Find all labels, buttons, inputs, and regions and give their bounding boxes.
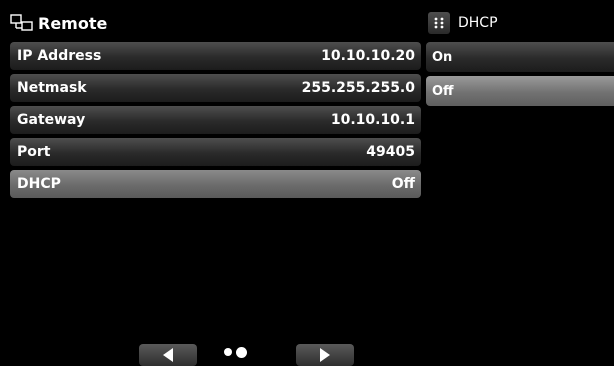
- setting-row-port[interactable]: Port 49405: [10, 138, 421, 166]
- page-title: Remote: [38, 13, 108, 33]
- setting-row-gateway[interactable]: Gateway 10.10.10.1: [10, 106, 421, 134]
- dhcp-panel-header: DHCP: [426, 8, 614, 38]
- right-arrow-icon: [320, 348, 330, 362]
- setting-label: Netmask: [17, 80, 87, 96]
- page-navigation: [0, 340, 614, 366]
- setting-row-netmask[interactable]: Netmask 255.255.255.0: [10, 74, 421, 102]
- dhcp-panel-title: DHCP: [458, 15, 498, 31]
- setting-value: 10.10.10.20: [321, 48, 415, 64]
- setting-label: Port: [17, 144, 51, 160]
- next-page-button[interactable]: [296, 344, 354, 366]
- page-dot: [224, 348, 232, 356]
- network-icon: [10, 14, 33, 31]
- settings-list: IP Address 10.10.10.20 Netmask 255.255.2…: [10, 42, 421, 202]
- grid-menu-icon[interactable]: [428, 12, 450, 34]
- setting-value: 255.255.255.0: [301, 80, 415, 96]
- setting-value: 10.10.10.1: [330, 112, 415, 128]
- title-bar: Remote: [10, 10, 420, 36]
- dhcp-option-on[interactable]: On: [426, 42, 614, 72]
- left-arrow-icon: [163, 348, 173, 362]
- page-indicator: [224, 347, 247, 358]
- setting-row-dhcp[interactable]: DHCP Off: [10, 170, 421, 198]
- prev-page-button[interactable]: [139, 344, 197, 366]
- setting-value: Off: [391, 176, 415, 192]
- setting-value: 49405: [366, 144, 415, 160]
- setting-label: Gateway: [17, 112, 86, 128]
- setting-label: IP Address: [17, 48, 102, 64]
- setting-label: DHCP: [17, 176, 61, 192]
- dhcp-panel: DHCP On Off: [426, 8, 614, 106]
- page-dot-active: [236, 347, 247, 358]
- dhcp-option-off[interactable]: Off: [426, 76, 614, 106]
- setting-row-ip-address[interactable]: IP Address 10.10.10.20: [10, 42, 421, 70]
